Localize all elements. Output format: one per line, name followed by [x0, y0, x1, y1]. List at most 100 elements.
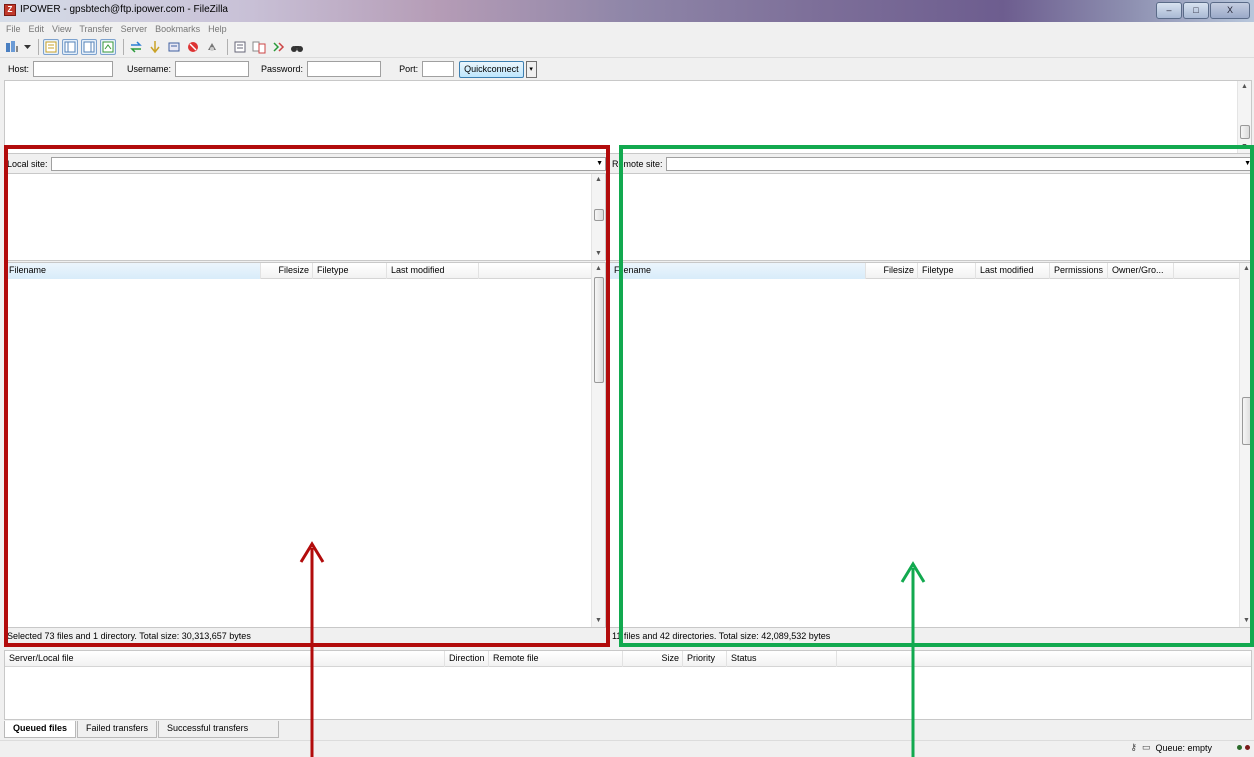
- queue-col-status[interactable]: Status: [727, 651, 837, 667]
- binary-mode-icon[interactable]: ▭: [1142, 742, 1151, 753]
- dropdown-icon[interactable]: [23, 39, 31, 55]
- scroll-thumb[interactable]: [1240, 125, 1250, 139]
- disconnect-icon[interactable]: [185, 39, 201, 55]
- local-col-filename[interactable]: Filename: [5, 263, 261, 279]
- remote-pane: Remote site: ▼ Filename Filesize Filetyp…: [609, 154, 1254, 644]
- remote-col-filename[interactable]: Filename: [610, 263, 866, 279]
- remote-site-label: Remote site:: [612, 159, 663, 169]
- window-controls: – □ X: [1155, 2, 1250, 19]
- maximize-button[interactable]: □: [1183, 2, 1209, 19]
- menu-bookmarks[interactable]: Bookmarks: [155, 22, 200, 36]
- tab-queued-files[interactable]: Queued files: [4, 721, 77, 738]
- scroll-down-icon[interactable]: ▼: [592, 615, 605, 627]
- close-button[interactable]: X: [1210, 2, 1250, 19]
- remote-site-combobox[interactable]: ▼: [665, 157, 1254, 171]
- chevron-down-icon[interactable]: ▼: [596, 158, 603, 170]
- toggle-message-log-icon[interactable]: [43, 38, 59, 55]
- quickconnect-history-dropdown[interactable]: ▾: [525, 60, 537, 78]
- transfer-queue[interactable]: Server/Local file Direction Remote file …: [4, 650, 1252, 720]
- remote-site-row: Remote site: ▼: [609, 156, 1254, 172]
- local-col-last-modified[interactable]: Last modified: [387, 263, 479, 279]
- toolbar: [0, 36, 1254, 58]
- menu-server[interactable]: Server: [121, 22, 148, 36]
- queue-col-remote-file[interactable]: Remote file: [489, 651, 623, 667]
- quickconnect-bar: Host: Username: Password: Port: Quickcon…: [0, 59, 1254, 79]
- scroll-thumb[interactable]: [1242, 397, 1252, 445]
- search-icon[interactable]: [289, 39, 305, 55]
- local-file-scrollbar[interactable]: ▲ ▼: [591, 263, 605, 627]
- message-log: ▲ ▼: [4, 80, 1252, 154]
- local-site-label: Local site:: [7, 159, 48, 169]
- filezilla-window: Z IPOWER - gpsbtech@ftp.ipower.com - Fil…: [0, 0, 1254, 757]
- site-manager-icon[interactable]: [4, 39, 20, 55]
- toggle-queue-icon[interactable]: [100, 38, 116, 55]
- toggle-remote-tree-icon[interactable]: [81, 38, 97, 55]
- scroll-down-icon[interactable]: ▼: [1240, 615, 1253, 627]
- chevron-down-icon[interactable]: ▼: [1244, 158, 1251, 170]
- queue-col-direction[interactable]: Direction: [445, 651, 489, 667]
- window-title: IPOWER - gpsbtech@ftp.ipower.com - FileZ…: [20, 4, 228, 15]
- menu-file[interactable]: File: [6, 22, 21, 36]
- queue-col-filler: [837, 651, 1251, 667]
- remote-column-header: Filename Filesize Filetype Last modified…: [610, 263, 1241, 279]
- remote-col-filesize[interactable]: Filesize: [866, 263, 918, 279]
- scroll-up-icon[interactable]: ▲: [1240, 263, 1253, 275]
- scroll-thumb[interactable]: [594, 209, 604, 221]
- cancel-operation-icon[interactable]: [166, 39, 182, 55]
- scroll-up-icon[interactable]: ▲: [592, 263, 605, 275]
- synchronized-browsing-icon[interactable]: [270, 39, 286, 55]
- queue-col-priority[interactable]: Priority: [683, 651, 727, 667]
- key-icon: ⚷: [1130, 742, 1137, 752]
- tab-successful-transfers[interactable]: Successful transfers: [158, 721, 280, 738]
- remote-col-last-modified[interactable]: Last modified: [976, 263, 1050, 279]
- reconnect-icon[interactable]: [204, 39, 220, 55]
- menu-edit[interactable]: Edit: [29, 22, 45, 36]
- tab-failed-transfers[interactable]: Failed transfers: [77, 721, 158, 738]
- local-tree-scrollbar[interactable]: ▲ ▼: [591, 174, 605, 260]
- local-status-text: Selected 73 files and 1 directory. Total…: [4, 629, 606, 644]
- toggle-local-tree-icon[interactable]: [62, 38, 78, 55]
- directory-listing-filters-icon[interactable]: [232, 39, 248, 55]
- scroll-thumb[interactable]: [594, 277, 604, 383]
- queue-column-header: Server/Local file Direction Remote file …: [5, 651, 1251, 667]
- toggle-compare-icon[interactable]: [251, 39, 267, 55]
- toolbar-separator: [38, 38, 39, 55]
- menu-bar: File Edit View Transfer Server Bookmarks…: [0, 22, 1254, 36]
- port-input[interactable]: [422, 61, 455, 77]
- refresh-icon[interactable]: [128, 39, 144, 55]
- local-pane: Local site: ▼ ▲ ▼ Filename Filesize File…: [4, 154, 606, 644]
- local-site-combobox[interactable]: ▼: [50, 157, 606, 171]
- queue-tabs: Queued files Failed transfers Successful…: [4, 721, 280, 738]
- remote-file-list[interactable]: Filename Filesize Filetype Last modified…: [609, 262, 1254, 628]
- password-input[interactable]: [307, 61, 382, 77]
- scroll-down-icon[interactable]: ▼: [592, 248, 605, 260]
- message-log-scrollbar[interactable]: ▲ ▼: [1237, 81, 1251, 153]
- toolbar-separator: [123, 38, 124, 55]
- remote-col-filetype[interactable]: Filetype: [918, 263, 976, 279]
- host-input[interactable]: [33, 61, 114, 77]
- remote-status-text: 11 files and 42 directories. Total size:…: [609, 629, 1254, 644]
- local-col-filesize[interactable]: Filesize: [261, 263, 313, 279]
- quickconnect-button[interactable]: Quickconnect: [459, 60, 524, 78]
- menu-help[interactable]: Help: [208, 22, 227, 36]
- local-site-row: Local site: ▼: [4, 156, 606, 172]
- local-col-filetype[interactable]: Filetype: [313, 263, 387, 279]
- scroll-up-icon[interactable]: ▲: [1238, 81, 1251, 93]
- toolbar-separator: [227, 38, 228, 55]
- remote-file-scrollbar[interactable]: ▲ ▼: [1239, 263, 1253, 627]
- remote-directory-tree[interactable]: [609, 173, 1254, 261]
- menu-view[interactable]: View: [52, 22, 71, 36]
- scroll-up-icon[interactable]: ▲: [592, 174, 605, 186]
- local-file-list[interactable]: Filename Filesize Filetype Last modified…: [4, 262, 606, 628]
- scroll-down-icon[interactable]: ▼: [1238, 141, 1251, 153]
- local-directory-tree[interactable]: ▲ ▼: [4, 173, 606, 261]
- queue-col-server-local[interactable]: Server/Local file: [5, 651, 445, 667]
- send-indicator-icon: [1245, 745, 1250, 750]
- minimize-button[interactable]: –: [1156, 2, 1182, 19]
- remote-col-owner-group[interactable]: Owner/Gro...: [1108, 263, 1174, 279]
- queue-col-size[interactable]: Size: [623, 651, 683, 667]
- remote-col-permissions[interactable]: Permissions: [1050, 263, 1108, 279]
- menu-transfer[interactable]: Transfer: [79, 22, 112, 36]
- process-queue-icon[interactable]: [147, 39, 163, 55]
- username-input[interactable]: [175, 61, 250, 77]
